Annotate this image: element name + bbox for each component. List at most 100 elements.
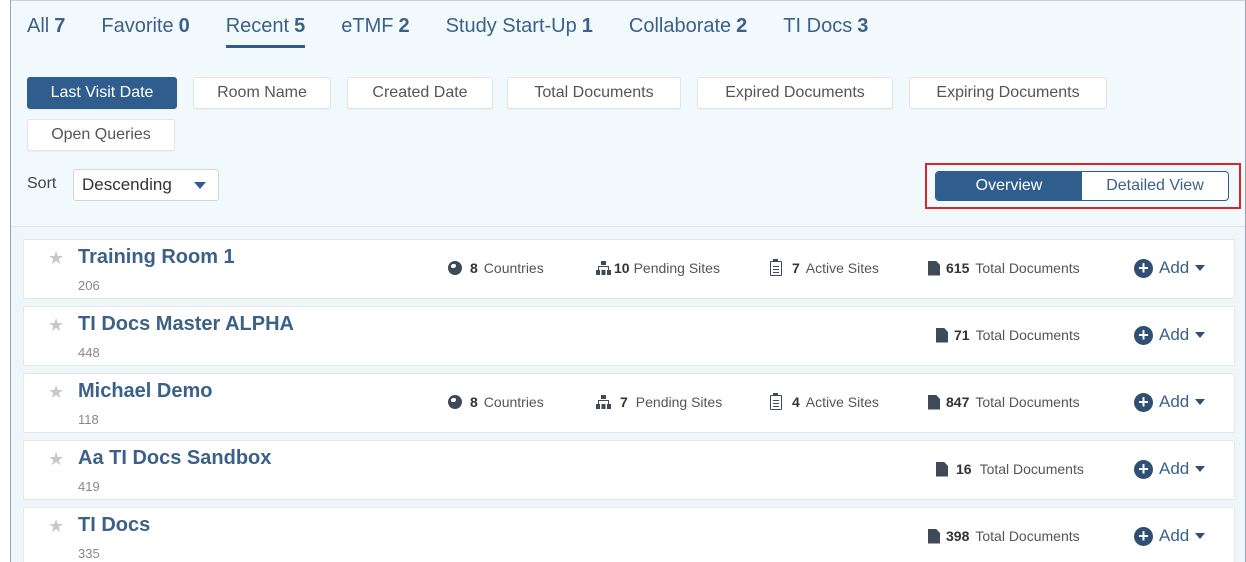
sort-field-open-queries[interactable]: Open Queries bbox=[27, 119, 175, 151]
countries-stat: 8 Countries bbox=[448, 394, 544, 410]
pending-sites-label: Pending Sites bbox=[635, 394, 723, 410]
star-icon[interactable]: ★ bbox=[48, 382, 64, 403]
plus-circle-icon: + bbox=[1134, 526, 1153, 546]
tab-label: Recent bbox=[225, 15, 290, 37]
add-label: Add bbox=[1159, 325, 1190, 344]
documents-stat: 615 Total Documents bbox=[928, 260, 1080, 276]
add-button[interactable]: + Add bbox=[1134, 392, 1206, 412]
documents-count: 615 bbox=[946, 260, 970, 276]
pending-sites-stat: 10 Pending Sites bbox=[596, 260, 720, 276]
pending-sites-count: 10 bbox=[614, 260, 630, 276]
documents-count: 71 bbox=[954, 327, 970, 343]
room-id: 448 bbox=[78, 345, 100, 360]
document-icon bbox=[936, 327, 948, 343]
add-button[interactable]: + Add bbox=[1134, 325, 1206, 345]
tab-label: TI Docs bbox=[783, 15, 853, 37]
tab-collaborate[interactable]: Collaborate 2 bbox=[629, 15, 747, 43]
tab-count: 7 bbox=[54, 15, 66, 37]
plus-circle-icon: + bbox=[1134, 459, 1153, 479]
sort-label: Sort bbox=[27, 175, 57, 192]
sort-field-total-documents[interactable]: Total Documents bbox=[507, 77, 681, 109]
star-icon[interactable]: ★ bbox=[48, 248, 64, 269]
star-icon[interactable]: ★ bbox=[48, 315, 64, 336]
room-row[interactable]: ★ Training Room 1 206 8 Countries 10 Pendi… bbox=[23, 239, 1235, 299]
sort-order-select[interactable]: Descending bbox=[73, 169, 219, 201]
sort-field-created-date[interactable]: Created Date bbox=[347, 77, 493, 109]
documents-stat: 71 Total Documents bbox=[936, 327, 1080, 343]
room-id: 335 bbox=[78, 546, 100, 561]
room-row[interactable]: ★ Aa TI Docs Sandbox 419 16 Total Documen… bbox=[23, 440, 1235, 500]
tab-ti-docs[interactable]: TI Docs 3 bbox=[783, 15, 868, 43]
documents-stat: 847 Total Documents bbox=[928, 394, 1080, 410]
sort-field-expired-documents[interactable]: Expired Documents bbox=[697, 77, 893, 109]
tab-label: Favorite bbox=[101, 15, 174, 37]
star-icon[interactable]: ★ bbox=[48, 449, 64, 470]
chevron-down-icon bbox=[1195, 265, 1206, 271]
clipboard-icon bbox=[770, 258, 782, 276]
sitemap-icon bbox=[596, 395, 611, 409]
tab-recent[interactable]: Recent 5 bbox=[225, 15, 305, 48]
view-toggle: Overview Detailed View bbox=[935, 171, 1229, 201]
room-list-panel: All 7 Favorite 0 Recent 5 eTMF 2 Study Start… bbox=[10, 0, 1246, 562]
documents-count: 847 bbox=[946, 394, 970, 410]
countries-label: Countries bbox=[483, 394, 544, 410]
documents-count: 16 bbox=[956, 461, 972, 477]
clipboard-icon bbox=[770, 392, 782, 410]
room-name[interactable]: Michael Demo bbox=[78, 380, 212, 403]
room-row[interactable]: ★ Michael Demo 118 8 Countries 7 Pending S… bbox=[23, 373, 1235, 433]
documents-label: Total Documents bbox=[975, 260, 1080, 276]
plus-circle-icon: + bbox=[1134, 258, 1153, 278]
room-name[interactable]: Training Room 1 bbox=[78, 246, 235, 269]
documents-label: Total Documents bbox=[975, 394, 1080, 410]
pending-sites-stat: 7 Pending Sites bbox=[596, 394, 722, 410]
active-sites-stat: 4 Active Sites bbox=[770, 392, 879, 410]
add-label: Add bbox=[1159, 258, 1190, 277]
room-row[interactable]: ★ TI Docs Master ALPHA 448 71 Total Docum… bbox=[23, 306, 1235, 366]
detailed-view-button[interactable]: Detailed View bbox=[1082, 172, 1228, 200]
plus-circle-icon: + bbox=[1134, 325, 1153, 345]
active-sites-count: 7 bbox=[792, 260, 800, 276]
filter-panel: All 7 Favorite 0 Recent 5 eTMF 2 Study Start… bbox=[11, 1, 1245, 227]
tab-count: 2 bbox=[398, 15, 410, 37]
sort-field-room-name[interactable]: Room Name bbox=[193, 77, 331, 109]
overview-button[interactable]: Overview bbox=[936, 172, 1082, 200]
add-button[interactable]: + Add bbox=[1134, 526, 1206, 546]
tab-study-start-up[interactable]: Study Start-Up 1 bbox=[446, 15, 593, 43]
tab-count: 2 bbox=[736, 15, 748, 37]
chevron-down-icon bbox=[194, 182, 206, 189]
room-row[interactable]: ★ TI Docs 335 398 Total Documents + Add bbox=[23, 507, 1235, 562]
room-name[interactable]: TI Docs bbox=[78, 514, 150, 537]
add-button[interactable]: + Add bbox=[1134, 258, 1206, 278]
room-category-tabs: All 7 Favorite 0 Recent 5 eTMF 2 Study Start… bbox=[27, 15, 904, 48]
room-id: 419 bbox=[78, 479, 100, 494]
document-icon bbox=[936, 461, 948, 477]
sort-field-last-visit-date[interactable]: Last Visit Date bbox=[27, 77, 177, 109]
countries-count: 8 bbox=[470, 260, 478, 276]
tab-count: 1 bbox=[581, 15, 593, 37]
documents-stat: 16 Total Documents bbox=[936, 461, 1084, 477]
sort-field-expiring-documents[interactable]: Expiring Documents bbox=[909, 77, 1107, 109]
tab-etmf[interactable]: eTMF 2 bbox=[341, 15, 409, 43]
room-id: 118 bbox=[78, 412, 99, 427]
room-name[interactable]: Aa TI Docs Sandbox bbox=[78, 447, 271, 470]
countries-label: Countries bbox=[483, 260, 544, 276]
tab-favorite[interactable]: Favorite 0 bbox=[101, 15, 189, 43]
chevron-down-icon bbox=[1195, 533, 1206, 539]
plus-circle-icon: + bbox=[1134, 392, 1153, 412]
star-icon[interactable]: ★ bbox=[48, 516, 64, 537]
add-button[interactable]: + Add bbox=[1134, 459, 1206, 479]
globe-icon bbox=[448, 261, 462, 275]
add-label: Add bbox=[1159, 526, 1190, 545]
sitemap-icon bbox=[596, 261, 611, 275]
chevron-down-icon bbox=[1195, 399, 1206, 405]
documents-label: Total Documents bbox=[975, 327, 1080, 343]
active-sites-count: 4 bbox=[792, 394, 800, 410]
documents-label: Total Documents bbox=[975, 528, 1080, 544]
document-icon bbox=[928, 394, 940, 410]
active-sites-label: Active Sites bbox=[805, 394, 879, 410]
active-sites-stat: 7 Active Sites bbox=[770, 258, 879, 276]
tab-all[interactable]: All 7 bbox=[27, 15, 65, 43]
documents-count: 398 bbox=[946, 528, 970, 544]
pending-sites-count: 7 bbox=[620, 394, 628, 410]
room-name[interactable]: TI Docs Master ALPHA bbox=[78, 313, 294, 336]
